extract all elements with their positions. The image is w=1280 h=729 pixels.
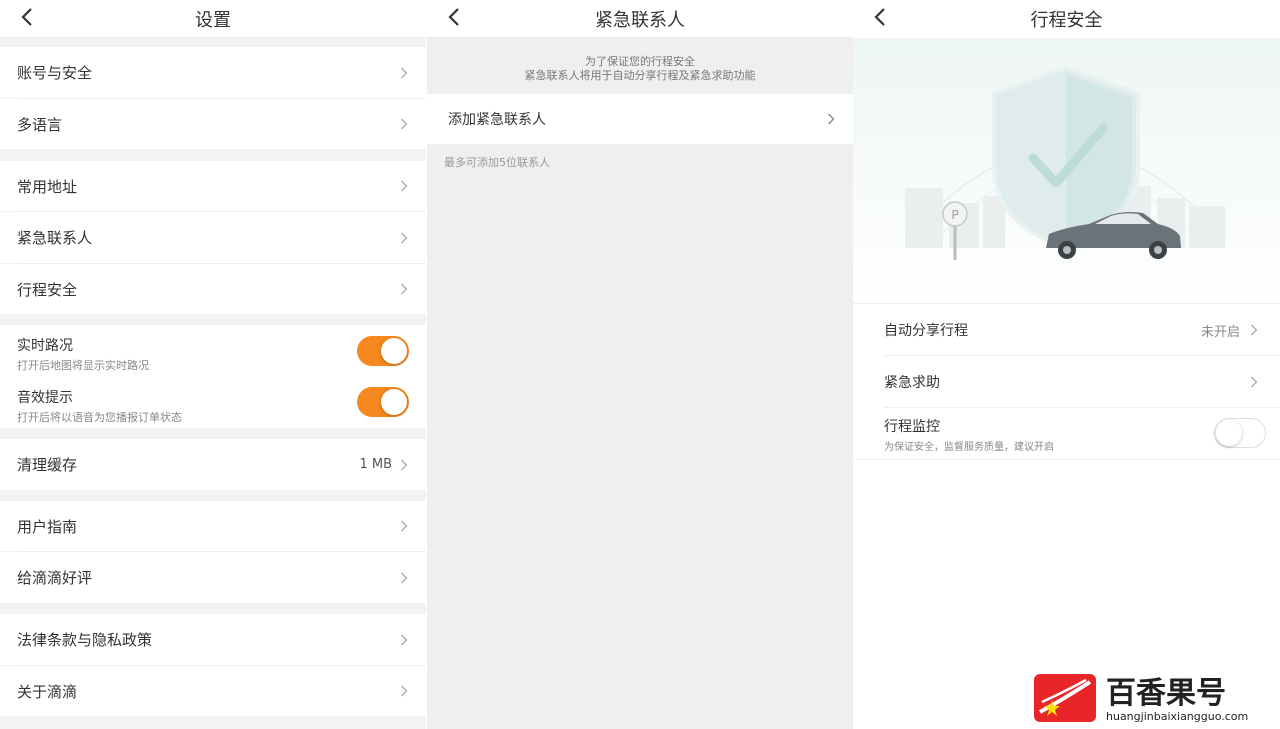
settings-item-clear-cache[interactable]: 清理缓存 1 MB [0, 439, 426, 490]
chevron-right-icon [1251, 324, 1258, 336]
settings-item-common-address[interactable]: 常用地址 [0, 161, 426, 211]
chevron-right-icon [401, 67, 408, 78]
settings-item-label: 清理缓存 [17, 456, 78, 474]
divider [853, 303, 1280, 304]
watermark: 百香果号 huangjinbaixiangguo.com [1032, 672, 1272, 724]
chevron-right-icon [401, 520, 408, 532]
settings-item-trip-safety[interactable]: 行程安全 [0, 264, 426, 314]
auto-share-label: 自动分享行程 [884, 323, 968, 339]
back-button[interactable] [14, 4, 40, 30]
chevron-right-icon [401, 180, 408, 192]
auto-share-status: 未开启 [1200, 324, 1240, 340]
shield-car-illustration: P [853, 38, 1280, 303]
trip-monitor-row: 行程监控 为保证安全，监督服务质量，建议开启 [853, 408, 1280, 459]
settings-item-label: 行程安全 [17, 280, 78, 299]
toggle-title: 音效提示 [17, 390, 73, 406]
safety-illustration: P [853, 38, 1280, 303]
settings-item-label: 法律条款与隐私政策 [17, 631, 153, 649]
toggle-knob [1216, 420, 1242, 446]
sound-toggle[interactable] [357, 387, 409, 417]
page-title: 设置 [195, 9, 231, 31]
chevron-right-icon [401, 572, 408, 583]
page-title: 紧急联系人 [595, 9, 685, 31]
chevron-right-icon [401, 232, 408, 243]
chevron-left-icon [448, 8, 459, 26]
back-button[interactable] [441, 4, 467, 30]
chevron-right-icon [401, 459, 408, 470]
chevron-right-icon [401, 283, 408, 295]
chevron-right-icon [401, 685, 408, 697]
divider [853, 459, 1280, 460]
settings-item-label: 常用地址 [17, 177, 78, 196]
contacts-notice-line1: 为了保证您的行程安全 [585, 55, 695, 68]
settings-navbar: 设置 [0, 0, 426, 38]
contacts-panel: 紧急联系人 为了保证您的行程安全 紧急联系人将用于自动分享行程及紧急求助功能 添… [427, 0, 853, 729]
toggle-knob [381, 389, 407, 415]
svg-text:huangjinbaixiangguo.com: huangjinbaixiangguo.com [1106, 710, 1248, 723]
chevron-left-icon [21, 8, 32, 26]
back-button[interactable] [867, 4, 893, 30]
trip-safety-panel: 行程安全 P 自动分享行程 未开启 紧急求助 行程监控 为保证安全，监督服务质量… [853, 0, 1280, 729]
trip-monitor-toggle[interactable] [1214, 418, 1266, 448]
toggle-knob [381, 338, 407, 364]
chevron-left-icon [874, 8, 885, 26]
chevron-right-icon [828, 113, 835, 125]
settings-item-label: 用户指南 [17, 517, 78, 536]
toggle-desc: 打开后地图将显示实时路况 [17, 359, 149, 372]
settings-panel: 设置 账号与安全 多语言 常用地址 紧急联系人 行程安全 实时路况 打开后地图将… [0, 0, 426, 729]
settings-item-label: 紧急联系人 [17, 229, 93, 247]
settings-item-label: 给滴滴好评 [17, 569, 93, 587]
chevron-right-icon [401, 634, 408, 645]
settings-item-label: 账号与安全 [17, 64, 93, 82]
chevron-right-icon [401, 118, 408, 130]
settings-item-about[interactable]: 关于滴滴 [0, 666, 426, 716]
emergency-help-row[interactable]: 紧急求助 [853, 356, 1280, 407]
toggle-title: 实时路况 [17, 338, 73, 354]
settings-item-rate-app[interactable]: 给滴滴好评 [0, 552, 426, 603]
settings-item-account-security[interactable]: 账号与安全 [0, 47, 426, 98]
toggle-row-sound: 音效提示 打开后将以语音为您播报订单状态 [0, 377, 426, 428]
toggle-title: 行程监控 [884, 419, 940, 435]
toggle-row-traffic: 实时路况 打开后地图将显示实时路况 [0, 325, 426, 377]
add-emergency-contact-button[interactable]: 添加紧急联系人 [427, 94, 853, 144]
settings-item-user-guide[interactable]: 用户指南 [0, 501, 426, 551]
add-contact-label: 添加紧急联系人 [448, 112, 546, 128]
toggle-desc: 为保证安全，监督服务质量，建议开启 [884, 442, 1054, 453]
settings-item-label: 关于滴滴 [17, 682, 78, 701]
contacts-notice-line2: 紧急联系人将用于自动分享行程及紧急求助功能 [524, 69, 756, 82]
cache-size: 1 MB [359, 457, 392, 472]
watermark-logo: 百香果号 huangjinbaixiangguo.com [1034, 674, 1248, 723]
chevron-right-icon [1251, 376, 1258, 387]
svg-text:P: P [951, 208, 958, 222]
auto-share-trip-row[interactable]: 自动分享行程 未开启 [853, 305, 1280, 355]
toggle-desc: 打开后将以语音为您播报订单状态 [17, 411, 182, 424]
contacts-navbar: 紧急联系人 [427, 0, 853, 38]
settings-item-label: 多语言 [17, 115, 63, 134]
settings-item-emergency-contact[interactable]: 紧急联系人 [0, 212, 426, 263]
settings-item-legal[interactable]: 法律条款与隐私政策 [0, 614, 426, 665]
settings-item-language[interactable]: 多语言 [0, 99, 426, 149]
safety-navbar: 行程安全 [853, 0, 1280, 38]
contacts-limit-hint: 最多可添加5位联系人 [444, 156, 550, 169]
emergency-help-label: 紧急求助 [884, 374, 940, 391]
traffic-toggle[interactable] [357, 336, 409, 366]
svg-text:百香果号: 百香果号 [1106, 676, 1226, 711]
page-title: 行程安全 [1030, 10, 1103, 31]
